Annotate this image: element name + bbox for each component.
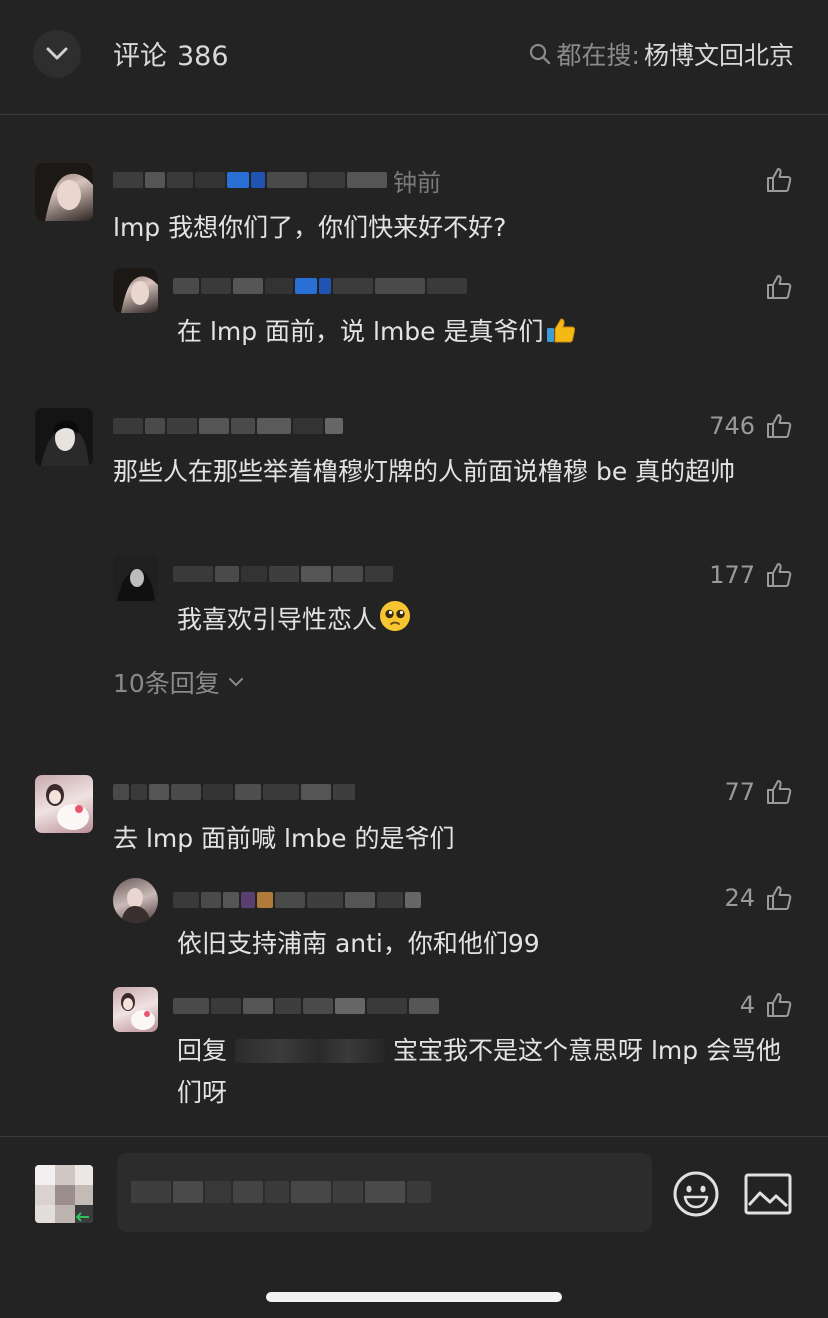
comment-input-bar [0,1136,828,1318]
trending-search-link[interactable]: 都在搜: 杨博文回北京 [529,36,794,72]
reply-like-button[interactable]: 177 [709,561,793,589]
reply-avatar[interactable] [113,987,158,1032]
thumbs-up-icon [767,168,792,192]
avatar[interactable] [35,775,93,833]
reply-avatar[interactable] [113,878,158,923]
like-count: 77 [724,778,755,806]
thumbs-up-icon [767,886,792,910]
thumbs-up-icon [767,414,792,438]
emoji-button[interactable] [672,1170,720,1222]
reply-like-button[interactable]: 4 [740,991,793,1019]
reply-username-blurred[interactable] [173,275,467,297]
avatar[interactable] [35,408,93,466]
thumbs-up-icon [767,275,792,299]
view-more-replies-link[interactable]: 10条回复 [113,664,244,700]
reply-avatar[interactable] [113,268,158,313]
comments-title: 评论 386 [113,34,229,73]
like-button[interactable]: 746 [709,412,793,440]
mention-blurred[interactable] [235,1039,386,1063]
like-button[interactable] [755,166,793,194]
reply-avatar[interactable] [113,556,158,601]
thumbs-up-icon [767,780,792,804]
comment-text: 去 lmp 面前喊 lmbe 的是爷们 [113,824,455,853]
reply-text: 我喜欢引导性恋人 [177,605,378,634]
collapse-button[interactable] [33,30,81,78]
home-indicator [266,1292,562,1302]
chevron-down-icon [228,678,243,687]
input-placeholder-blurred [131,1181,431,1203]
reply-username-blurred[interactable] [173,889,421,911]
username-blurred[interactable]: 钟前 [113,169,441,197]
search-term: 杨博文回北京 [643,41,794,70]
comment-time: 钟前 [393,168,441,197]
my-avatar[interactable] [35,1165,93,1223]
thumbs-up-emoji-icon [546,318,575,343]
reply-like-button[interactable]: 24 [724,884,793,912]
reply-text-container: 我喜欢引导性恋人 [177,599,797,641]
reply-text-container: 回复 宝宝我不是这个意思呀 lmp 会骂他们呀 [177,1030,797,1114]
like-button[interactable]: 77 [724,778,793,806]
reply-username-blurred[interactable] [173,995,439,1017]
username-blurred[interactable] [113,415,343,437]
image-button[interactable] [744,1173,792,1219]
username-blurred[interactable] [113,781,355,803]
reply-like-button[interactable] [755,273,793,301]
reply-like-count: 177 [709,561,755,589]
comment-text: 那些人在那些举着橹穆灯牌的人前面说橹穆 be 真的超帅 [113,457,736,486]
comment-text: lmp 我想你们了，你们快来好不好? [113,213,507,242]
thumbs-up-icon [767,563,792,587]
reply-text: 在 lmp 面前，说 lmbe 是真爷们 [177,317,544,346]
comments-header: 评论 386 都在搜: 杨博文回北京 [0,0,828,115]
avatar[interactable] [35,163,93,221]
comments-title-label: 评论 [113,41,167,72]
emoji-smile-icon [673,1171,719,1217]
search-prefix: 都在搜: [556,41,640,70]
reply-like-count: 24 [724,884,755,912]
like-count: 746 [709,412,755,440]
pleading-face-emoji-icon [380,601,411,631]
comments-count: 386 [177,41,229,72]
reply-like-count: 4 [739,991,755,1019]
image-icon [744,1173,792,1215]
thumbs-up-icon [767,993,792,1017]
reply-text: 依旧支持浦南 anti，你和他们99 [177,929,540,958]
comment-input[interactable] [117,1153,652,1232]
more-replies-label: 10条回复 [113,669,220,698]
reply-text-container: 在 lmp 面前，说 lmbe 是真爷们 [177,311,797,353]
reply-text-prefix: 回复 [177,1036,228,1065]
search-icon [529,43,550,65]
chevron-down-icon [46,47,68,60]
reply-username-blurred[interactable] [173,563,393,585]
